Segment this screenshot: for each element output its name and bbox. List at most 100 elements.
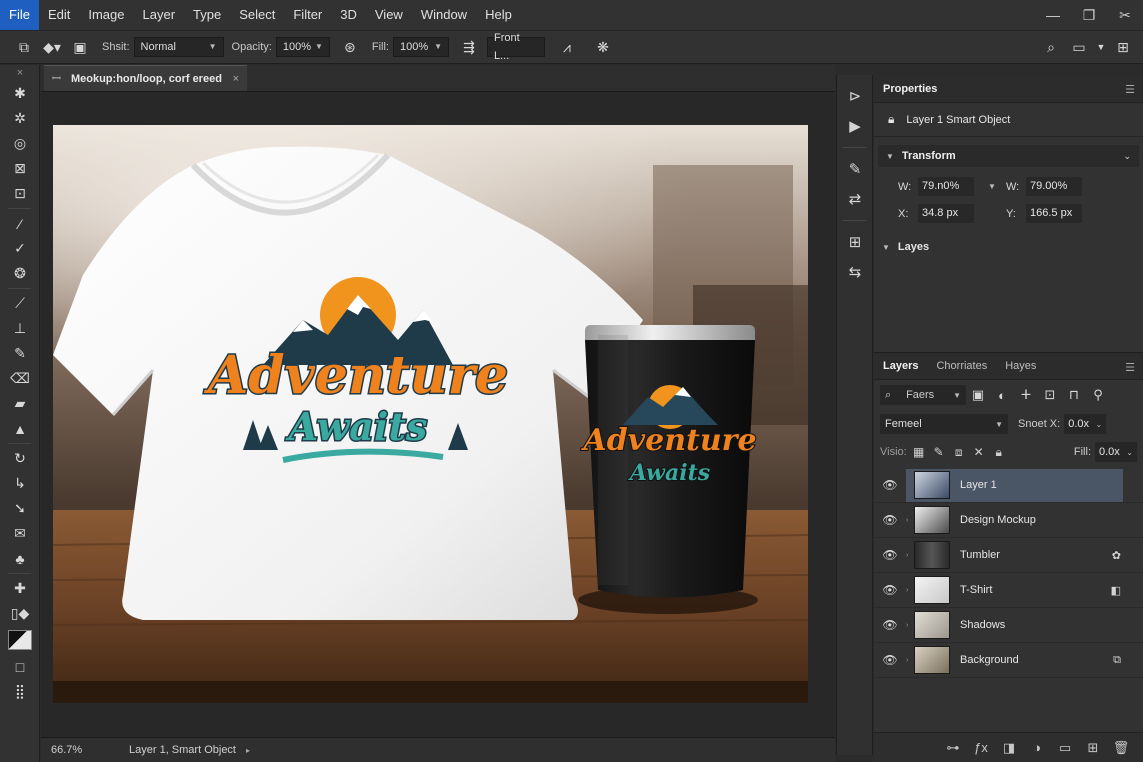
visibility-eye-icon[interactable]: 👁︎: [874, 653, 906, 667]
lasso-tool-icon[interactable]: ◎: [0, 131, 40, 156]
layer-main[interactable]: › Tumbler: [906, 539, 1123, 572]
image-canvas[interactable]: Adventure Awaits Adventure Awaits: [53, 125, 808, 703]
add-mask-icon[interactable]: ◨: [995, 740, 1023, 756]
filter-type-icon[interactable]: ⵜ: [1014, 387, 1038, 403]
eraser-tool-icon[interactable]: ⌫: [0, 366, 40, 391]
move-tool-icon[interactable]: ✱: [0, 81, 40, 106]
mode-select[interactable]: Normal ▼: [133, 37, 224, 57]
symmetry-icon[interactable]: ❋: [589, 34, 617, 60]
filter-smart-object-icon[interactable]: ⊓: [1062, 387, 1086, 403]
width2-input[interactable]: 79.00%: [1026, 177, 1082, 196]
expand-arrow-icon[interactable]: ›: [906, 517, 914, 524]
layes-section-header[interactable]: ▼ Layes: [874, 235, 1143, 259]
eyedropper-tool-icon[interactable]: ⁄: [0, 211, 40, 236]
default-colors-icon[interactable]: ▯◆: [0, 601, 40, 626]
expand-arrow-icon[interactable]: ›: [906, 587, 914, 594]
panel-menu-icon[interactable]: ☰: [1125, 83, 1135, 96]
pressure-opacity-icon[interactable]: ⊛: [336, 34, 364, 60]
tab-channels[interactable]: Chorriates: [927, 352, 996, 380]
dodge-tool-icon[interactable]: ▲: [0, 416, 40, 441]
transform-section-header[interactable]: ▼ Transform ⌄: [878, 145, 1139, 167]
layer-style-icon[interactable]: ƒx: [967, 740, 995, 755]
color-swatch[interactable]: [7, 630, 32, 650]
close-icon[interactable]: ×: [0, 65, 40, 81]
front-select[interactable]: Front L...: [486, 32, 545, 62]
x-input[interactable]: 34.8 px: [918, 204, 974, 223]
libraries-panel-icon[interactable]: ⊞: [837, 227, 873, 257]
history-panel-icon[interactable]: ⊳: [837, 81, 873, 111]
filter-adjustment-icon[interactable]: ◐: [990, 388, 1014, 403]
path-selection-tool-icon[interactable]: ➘: [0, 496, 40, 521]
layer-main[interactable]: › Shadows: [906, 609, 1123, 642]
expand-arrow-icon[interactable]: ›: [906, 552, 914, 559]
menu-help[interactable]: Help: [476, 0, 521, 30]
gradient-tool-icon[interactable]: ▰: [0, 391, 40, 416]
adjustment-layer-icon[interactable]: ◑: [1023, 740, 1051, 755]
pen-tool-icon[interactable]: ↻: [0, 446, 40, 471]
layer-main[interactable]: › T-Shirt: [906, 574, 1123, 607]
visibility-eye-icon[interactable]: 👁︎: [874, 583, 906, 597]
layer-row[interactable]: 👁︎ › Shadows: [874, 608, 1143, 643]
minimize-icon[interactable]: —: [1035, 0, 1071, 30]
share-icon[interactable]: ⊞: [1109, 34, 1137, 60]
menu-image[interactable]: Image: [79, 0, 133, 30]
menu-3d[interactable]: 3D: [331, 0, 366, 30]
menu-select[interactable]: Select: [230, 0, 284, 30]
menu-filter[interactable]: Filter: [284, 0, 331, 30]
new-group-icon[interactable]: ▭: [1051, 740, 1079, 756]
layer-row[interactable]: 👁︎ › T-Shirt ◧: [874, 573, 1143, 608]
document-tab[interactable]: ꟷ Meokup:hon/loop, corf ereed ×: [44, 65, 247, 91]
filter-shape-icon[interactable]: ⊡: [1038, 387, 1062, 403]
lock-transparency-icon[interactable]: ▦: [909, 445, 929, 459]
quick-mask-icon[interactable]: □: [0, 654, 40, 679]
menu-type[interactable]: Type: [184, 0, 230, 30]
new-layer-icon[interactable]: ⊞: [1079, 740, 1107, 756]
screen-mode-icon[interactable]: ⣿: [0, 679, 40, 704]
filter-pixel-icon[interactable]: ▣: [966, 387, 990, 403]
tab-paths[interactable]: Hayes: [996, 352, 1045, 380]
shape-tool-icon[interactable]: ✉: [0, 521, 40, 546]
fill-input[interactable]: 0.0x ⌄: [1095, 442, 1137, 462]
tab-layers[interactable]: Layers: [874, 352, 927, 380]
tools-icon[interactable]: ✂: [1107, 0, 1143, 30]
layer-row[interactable]: 👁︎ › Background ⧉: [874, 643, 1143, 678]
zoom-tool-icon[interactable]: ✚: [0, 576, 40, 601]
restore-icon[interactable]: ❐: [1071, 0, 1107, 30]
layer-row[interactable]: 👁︎ › Design Mockup: [874, 503, 1143, 538]
visibility-eye-icon[interactable]: 👁︎: [874, 478, 906, 492]
filter-toggle-icon[interactable]: ⚲: [1086, 387, 1110, 403]
snoet-input[interactable]: 0.0x ⌄: [1064, 414, 1107, 434]
link-layers-icon[interactable]: ⊶: [939, 740, 967, 756]
blend-mode-select[interactable]: Femeel ▼: [880, 414, 1008, 434]
chevron-down-icon[interactable]: ▼: [1093, 34, 1109, 60]
lock-position-icon[interactable]: ✕: [969, 445, 989, 459]
quick-select-tool-icon[interactable]: ⊠: [0, 156, 40, 181]
visibility-eye-icon[interactable]: 👁︎: [874, 618, 906, 632]
menu-layer[interactable]: Layer: [134, 0, 185, 30]
menu-file[interactable]: File: [0, 0, 39, 30]
layer-row[interactable]: 👁︎ › Tumbler ✿: [874, 538, 1143, 573]
brush-settings-icon[interactable]: ▣: [66, 34, 94, 60]
layer-row[interactable]: 👁︎ Layer 1: [874, 468, 1143, 503]
crop-tool-icon[interactable]: ⊡: [0, 181, 40, 206]
menu-view[interactable]: View: [366, 0, 412, 30]
brushes-panel-icon[interactable]: ✎: [837, 154, 873, 184]
smart-filter-icon[interactable]: ✿: [1112, 549, 1121, 562]
layer-main[interactable]: › Design Mockup: [906, 504, 1123, 537]
brush-tool-icon[interactable]: ⟋: [0, 291, 40, 316]
y-input[interactable]: 166.5 px: [1026, 204, 1082, 223]
visibility-eye-icon[interactable]: 👁︎: [874, 548, 906, 562]
lock-artboard-icon[interactable]: ⧈: [949, 445, 969, 460]
hand-tool-icon[interactable]: ♣: [0, 546, 40, 571]
lock-pixels-icon[interactable]: ✎: [929, 445, 949, 459]
workspace-icon[interactable]: ▭: [1065, 34, 1093, 60]
clone-stamp-tool-icon[interactable]: ⊥: [0, 316, 40, 341]
zoom-level[interactable]: 66.7%: [41, 744, 119, 756]
brush-preset-icon[interactable]: ◆▾: [38, 34, 66, 60]
visibility-eye-icon[interactable]: 👁︎: [874, 513, 906, 527]
expand-arrow-icon[interactable]: ›: [906, 657, 914, 664]
angle-icon[interactable]: ⩘: [553, 34, 581, 60]
fill-select[interactable]: 100% ▼: [392, 37, 449, 57]
width-input[interactable]: 79.n0%: [918, 177, 974, 196]
type-tool-icon[interactable]: ↳: [0, 471, 40, 496]
